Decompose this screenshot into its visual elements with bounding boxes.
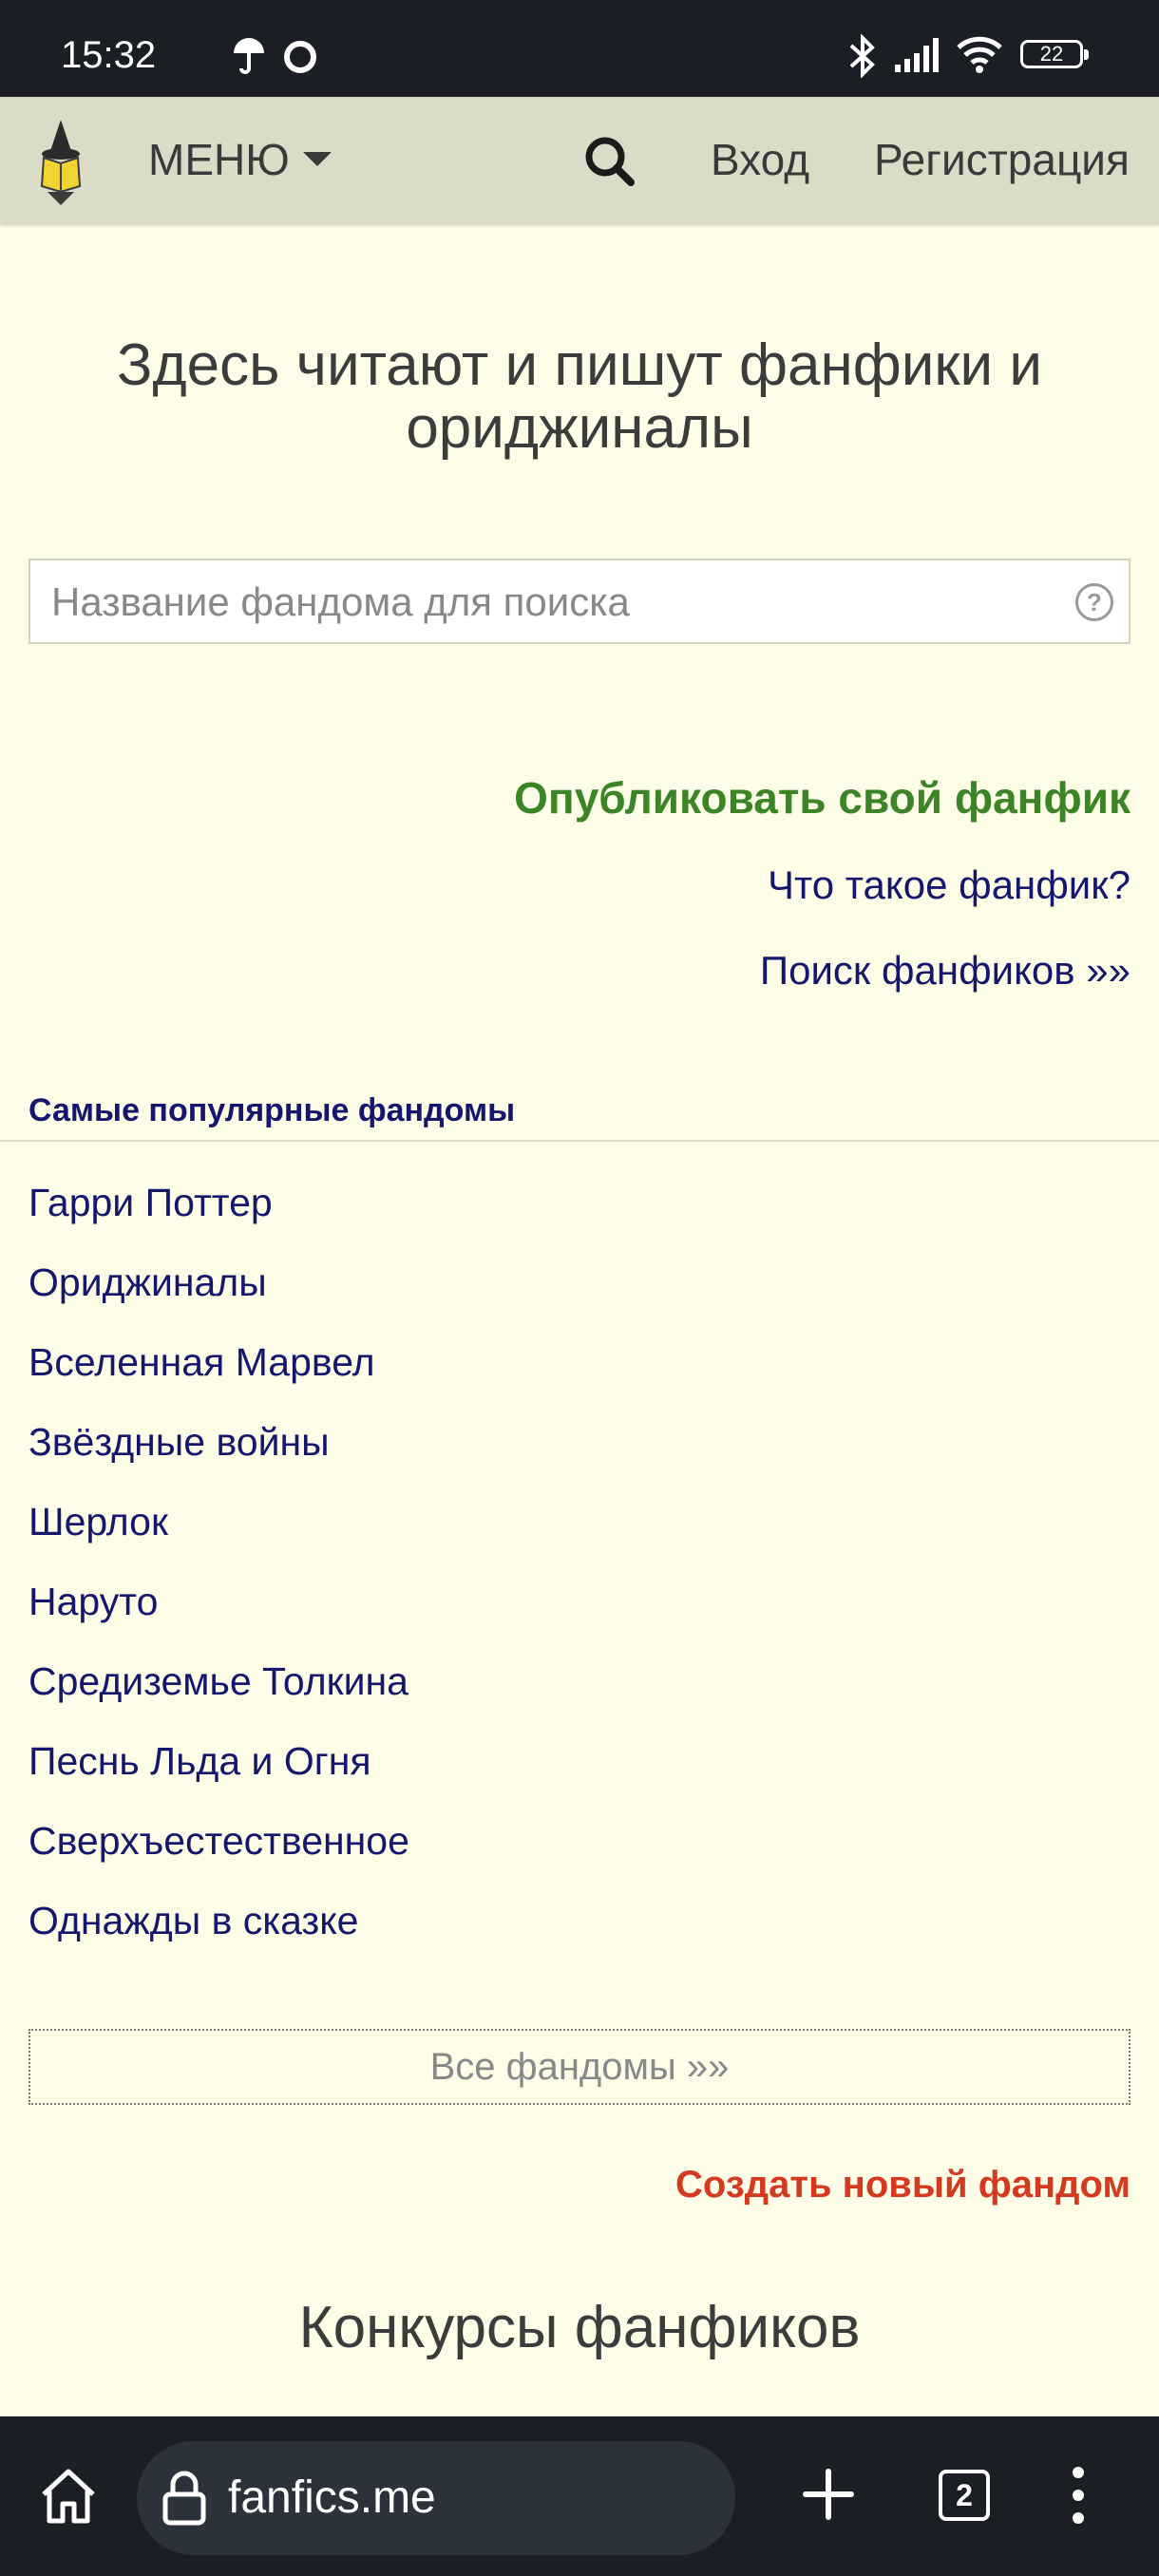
bluetooth-icon	[849, 34, 875, 78]
contests-heading: Конкурсы фанфиков	[298, 2295, 861, 2360]
fandom-link[interactable]: Сверхъестественное	[28, 1816, 409, 1896]
battery-icon: 22	[1020, 40, 1089, 68]
register-link[interactable]: Регистрация	[874, 133, 1130, 186]
fandom-link[interactable]: Наруто	[28, 1577, 409, 1657]
tabs-count-button[interactable]: 2	[939, 2470, 990, 2521]
page-title: Здесь читают и пишут фанфики и ориджинал…	[117, 332, 1042, 461]
new-tab-icon[interactable]	[800, 2466, 857, 2523]
site-header: МЕНЮ Вход Регистрация	[0, 97, 1159, 224]
fandom-link[interactable]: Песнь Льда и Огня	[28, 1736, 409, 1816]
menu-label: МЕНЮ	[148, 135, 290, 184]
fandom-list: Гарри Поттер Ориджиналы Вселенная Марвел…	[28, 1178, 409, 1976]
fandom-link[interactable]: Ориджиналы	[28, 1258, 409, 1337]
lock-icon	[162, 2471, 206, 2526]
wifi-icon	[957, 36, 1002, 73]
fandom-search-input[interactable]	[49, 560, 1079, 644]
all-fandoms-button[interactable]: Все фандомы »»	[28, 2029, 1130, 2105]
search-icon[interactable]	[581, 133, 638, 190]
home-icon[interactable]	[36, 2464, 101, 2529]
circle-icon	[284, 41, 316, 73]
fandom-link[interactable]: Вселенная Марвел	[28, 1337, 409, 1417]
browser-toolbar: fanfics.me 2	[0, 2416, 1159, 2576]
chevron-down-icon	[302, 152, 332, 167]
url-text: fanfics.me	[228, 2472, 436, 2523]
publish-fanfic-link[interactable]: Опубликовать свой фанфик	[514, 771, 1130, 824]
address-bar[interactable]: fanfics.me	[137, 2441, 735, 2555]
fandom-link[interactable]: Шерлок	[28, 1497, 409, 1577]
fandom-link[interactable]: Средиземье Толкина	[28, 1657, 409, 1736]
what-is-fanfic-link[interactable]: Что такое фанфик?	[768, 861, 1130, 910]
fandom-link[interactable]: Гарри Поттер	[28, 1178, 409, 1258]
search-fanfics-link[interactable]: Поиск фанфиков »»	[760, 946, 1130, 995]
fandom-link[interactable]: Однажды в сказке	[28, 1896, 409, 1976]
menu-button[interactable]: МЕНЮ	[148, 133, 332, 186]
fandom-search-box: ?	[28, 559, 1130, 644]
create-fandom-link[interactable]: Создать новый фандом	[675, 2160, 1130, 2209]
popular-fandoms-heading: Самые популярные фандомы	[28, 1092, 516, 1128]
signal-icon	[895, 38, 939, 72]
fandom-link[interactable]: Звёздные войны	[28, 1417, 409, 1497]
site-logo-icon[interactable]	[25, 116, 97, 207]
umbrella-icon	[234, 38, 264, 74]
status-time: 15:32	[61, 34, 157, 76]
more-options-icon[interactable]	[1064, 2464, 1092, 2527]
help-icon[interactable]: ?	[1075, 583, 1113, 621]
divider	[0, 1140, 1159, 1142]
login-link[interactable]: Вход	[711, 133, 809, 186]
status-bar: 15:32 22	[0, 0, 1159, 97]
